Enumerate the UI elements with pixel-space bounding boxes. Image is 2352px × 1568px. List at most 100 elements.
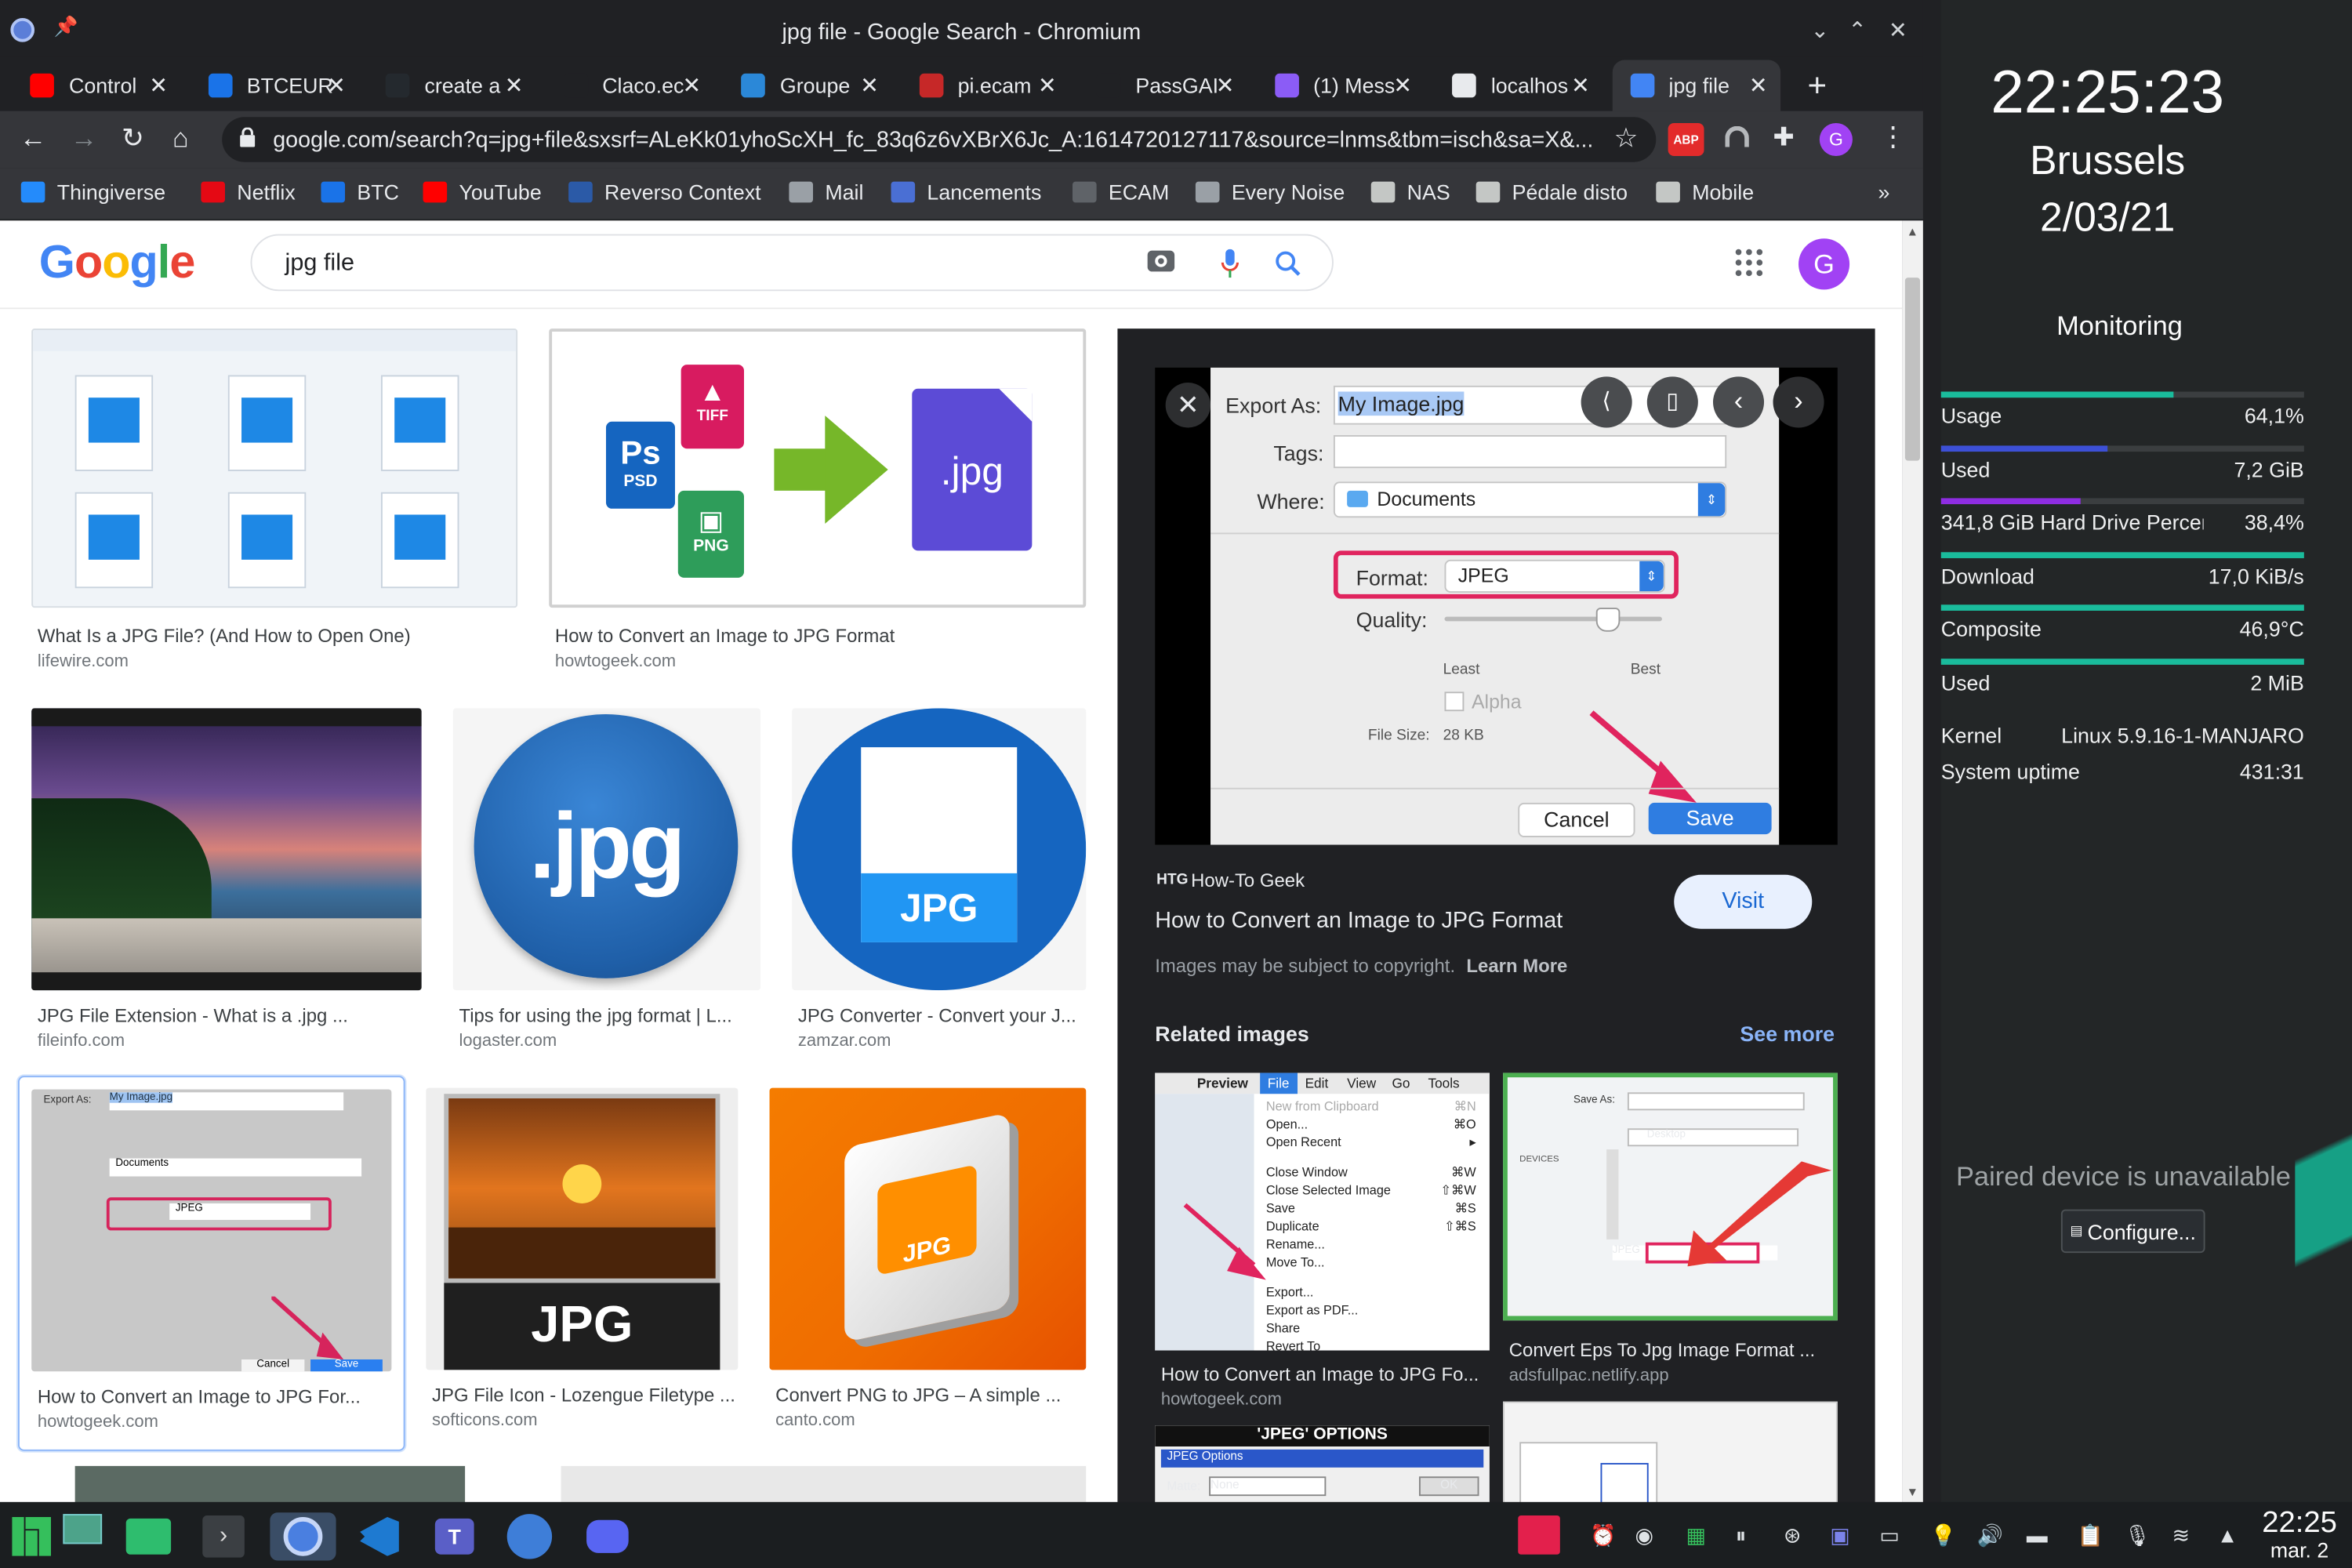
result-caption[interactable]: Tips for using the jpg format | L... [459, 1005, 759, 1026]
tray-red-app-icon[interactable] [1518, 1515, 1560, 1555]
bookmark-star-icon[interactable]: ☆ [1613, 123, 1638, 154]
result-caption[interactable]: What Is a JPG File? (And How to Open One… [38, 626, 517, 647]
tab-1[interactable]: Control ✕ [12, 60, 180, 111]
back-button[interactable]: ← [20, 123, 46, 154]
tab-2[interactable]: BTCEUR ✕ [190, 60, 358, 111]
related-image[interactable] [1503, 1401, 1838, 1504]
related-caption[interactable]: Convert Eps To Jpg Image Format ... [1509, 1340, 1815, 1361]
tray-update-icon[interactable]: ⊛ [1784, 1523, 1801, 1549]
bookmark-item[interactable]: Mobile [1656, 180, 1754, 204]
next-image-button[interactable]: › [1773, 376, 1824, 428]
result-card[interactable]: JPG File Extension - What is a .jpg ... … [31, 708, 422, 1062]
tray-alarm-icon[interactable]: ⏰ [1590, 1523, 1616, 1549]
profile-avatar[interactable]: G [1819, 122, 1853, 157]
tray-volume-icon[interactable]: 🔊 [1977, 1523, 2003, 1549]
camera-icon[interactable] [1147, 250, 1175, 272]
scrollbar-thumb[interactable] [1904, 278, 1921, 461]
menu-kebab-icon[interactable]: ⋮ [1879, 122, 1906, 153]
page-scrollbar[interactable]: ▲ ▼ [1902, 220, 1923, 1504]
result-thumbnail[interactable]: JPG [792, 708, 1087, 991]
result-thumbnail[interactable] [31, 708, 422, 991]
tab-9[interactable]: localhos ✕ [1434, 60, 1602, 111]
configure-button[interactable]: ▤ Configure... [2060, 1209, 2205, 1254]
google-logo[interactable]: Google [39, 235, 196, 289]
preview-image[interactable]: Export As: My Image.jpg Tags: Where: Doc… [1155, 367, 1838, 845]
result-caption[interactable]: How to Convert an Image to JPG For... [38, 1386, 392, 1407]
result-thumbnail[interactable]: .jpg [452, 708, 761, 991]
terminal-icon[interactable]: › [198, 1512, 249, 1560]
result-card[interactable]: .jpg Tips for using the jpg format | L..… [452, 708, 761, 1062]
result-thumbnail[interactable]: Export As: My Image.jpg Documents JPEG C… [31, 1089, 392, 1372]
result-caption[interactable]: JPG File Extension - What is a .jpg ... [38, 1005, 422, 1026]
tab-5[interactable]: Groupe ✕ [723, 60, 891, 111]
tab-10[interactable]: jpg file ✕ [1611, 60, 1780, 111]
manjaro-menu-icon[interactable] [6, 1512, 57, 1560]
tab-4[interactable]: Claco.ec ✕ [545, 60, 713, 111]
tab-8[interactable]: (1) Mess ✕ [1256, 60, 1424, 111]
maximize-button[interactable]: ⌃ [1848, 16, 1867, 44]
tray-screen-icon[interactable]: ▭ [1879, 1523, 1899, 1549]
extensions-puzzle-icon[interactable]: ✚ [1773, 123, 1795, 153]
bookmark-item[interactable]: Lancements [891, 180, 1041, 204]
tray-pause-icon[interactable]: ⏸ [1736, 1523, 1746, 1549]
result-card[interactable]: What Is a JPG File? (And How to Open One… [31, 328, 518, 683]
tab-7[interactable]: PassGAI ✕ [1079, 60, 1247, 111]
tray-bulb-icon[interactable]: 💡 [1930, 1523, 1956, 1549]
reload-button[interactable]: ↻ [122, 123, 144, 154]
adblock-icon[interactable]: ABP [1668, 122, 1704, 157]
site-name[interactable]: How-To Geek [1191, 870, 1305, 891]
bookmark-item[interactable]: Mail [789, 180, 863, 204]
tray-manjaro-icon[interactable]: ▦ [1686, 1523, 1706, 1549]
tray-mic-icon[interactable]: 🎙 [2124, 1523, 2151, 1549]
close-tab-icon[interactable]: ✕ [1749, 72, 1768, 100]
home-button[interactable]: ⌂ [172, 123, 189, 154]
result-caption[interactable]: JPG Converter - Convert your J... [798, 1005, 1086, 1026]
visit-button[interactable]: Visit [1674, 874, 1813, 929]
desktop-pager-icon[interactable] [57, 1505, 108, 1553]
save-to-collection-button[interactable]: ▯ [1646, 376, 1698, 428]
see-more-link[interactable]: See more [1740, 1022, 1835, 1046]
bookmark-item[interactable]: Pédale disto [1475, 180, 1628, 204]
close-tab-icon[interactable]: ✕ [860, 72, 879, 100]
bookmark-item[interactable]: ECAM [1073, 180, 1169, 204]
tray-clipboard-icon[interactable]: 📋 [2078, 1523, 2103, 1549]
result-caption[interactable]: JPG File Icon - Lozengue Filetype ... [432, 1385, 738, 1406]
result-thumbnail[interactable] [31, 328, 518, 608]
close-tab-icon[interactable]: ✕ [1038, 72, 1057, 100]
microphone-icon[interactable] [1221, 249, 1240, 287]
discord-icon[interactable] [582, 1512, 633, 1560]
close-tab-icon[interactable]: ✕ [505, 72, 524, 100]
bookmark-item[interactable]: Thingiverse [20, 180, 165, 204]
tray-expand-icon[interactable]: ▲ [2217, 1523, 2238, 1548]
account-avatar[interactable]: G [1798, 238, 1850, 290]
result-card-selected[interactable]: Export As: My Image.jpg Documents JPEG C… [17, 1076, 405, 1451]
previous-image-button[interactable]: ‹ [1712, 376, 1765, 428]
address-bar[interactable]: google.com/search?q=jpg+file&sxsrf=ALeKk… [222, 117, 1657, 162]
close-tab-icon[interactable]: ✕ [682, 72, 701, 100]
close-window-button[interactable]: ✕ [1889, 16, 1907, 44]
result-card[interactable]: JPG Convert PNG to JPG – A simple ... ca… [769, 1087, 1087, 1443]
bookmark-item[interactable]: Netflix [201, 180, 296, 204]
lock-icon[interactable] [240, 127, 256, 147]
tray-wifi-icon[interactable]: ≋ [2172, 1523, 2189, 1549]
tray-discord-icon[interactable]: ◉ [1635, 1523, 1653, 1549]
bookmark-item[interactable]: Every Noise [1195, 180, 1345, 204]
tray-battery-icon[interactable]: ▬ [2027, 1523, 2048, 1548]
result-card[interactable]: JPG JPG File Icon - Lozengue Filetype ..… [426, 1087, 739, 1443]
bookmark-item[interactable]: Reverso Context [568, 180, 761, 204]
vscode-icon[interactable] [354, 1512, 405, 1560]
dropdown-icon[interactable]: ⌄ [1810, 16, 1829, 44]
result-caption[interactable]: Convert PNG to JPG – A simple ... [775, 1385, 1086, 1406]
apps-grid-icon[interactable] [1735, 249, 1763, 277]
related-image[interactable]: Save As: Desktop DEVICES JPEG [1503, 1073, 1838, 1321]
close-tab-icon[interactable]: ✕ [327, 72, 346, 100]
search-icon[interactable] [1275, 251, 1301, 285]
learn-more-link[interactable]: Learn More [1466, 956, 1567, 977]
forward-button[interactable]: → [71, 123, 97, 154]
mail-client-icon[interactable] [504, 1512, 555, 1560]
chromium-taskbar-icon[interactable] [270, 1512, 336, 1561]
tray-teams-icon[interactable]: ▣ [1830, 1523, 1849, 1549]
bookmark-item[interactable]: YouTube [423, 180, 542, 204]
search-input[interactable]: jpg file [250, 234, 1334, 292]
close-tab-icon[interactable]: ✕ [1216, 72, 1235, 100]
